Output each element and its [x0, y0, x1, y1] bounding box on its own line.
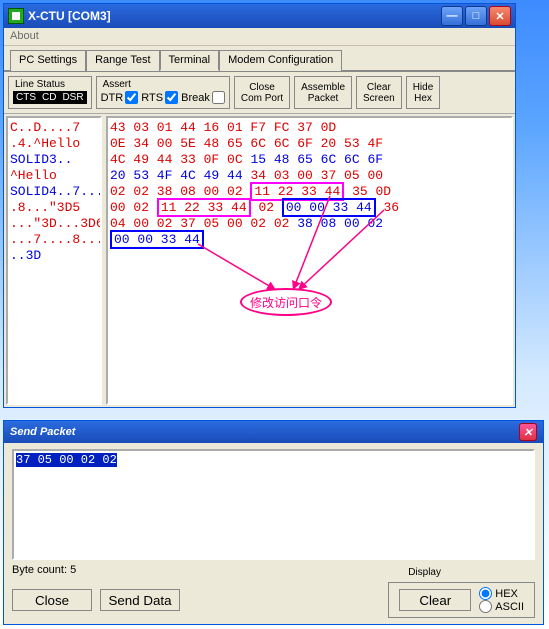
dtr-check[interactable]: DTR — [101, 91, 139, 104]
tab-range-test[interactable]: Range Test — [86, 50, 159, 71]
minimize-button[interactable]: — — [441, 6, 463, 26]
tab-modem-config[interactable]: Modem Configuration — [219, 50, 342, 71]
break-check[interactable]: Break — [181, 91, 225, 104]
hex-radio[interactable]: HEX — [479, 587, 524, 600]
window-title: X-CTU [COM3] — [28, 9, 439, 23]
send-packet-input[interactable]: 37 05 00 02 02 — [12, 449, 535, 560]
menu-bar: About — [4, 28, 515, 46]
line-status-group: Line Status CTSCDDSR — [8, 76, 92, 109]
send-close-button[interactable]: Close — [12, 589, 92, 611]
title-bar[interactable]: X-CTU [COM3] — □ ✕ — [4, 4, 515, 28]
dsr-indicator: DSR — [59, 91, 86, 104]
annotation-text: 修改访问口令 — [240, 288, 332, 316]
ascii-radio[interactable]: ASCII — [479, 600, 524, 613]
send-packet-window: Send Packet ✕ 37 05 00 02 02 Byte count:… — [3, 420, 544, 625]
send-packet-close-button[interactable]: ✕ — [519, 423, 537, 441]
send-data-button[interactable]: Send Data — [100, 589, 180, 611]
cd-indicator: CD — [39, 91, 59, 104]
assert-group: Assert DTR RTS Break — [96, 76, 230, 109]
close-button[interactable]: ✕ — [489, 6, 511, 26]
hide-hex-button[interactable]: HideHex — [406, 76, 441, 109]
xctu-window: X-CTU [COM3] — □ ✕ About PC Settings Ran… — [3, 3, 516, 408]
app-icon — [8, 8, 24, 24]
rts-check[interactable]: RTS — [141, 91, 178, 104]
tab-pc-settings[interactable]: PC Settings — [10, 50, 86, 71]
terminal-area: C..D....7.4.^HelloSOLID3..^HelloSOLID4..… — [4, 114, 515, 407]
hex-panel[interactable]: 43 03 01 44 16 01 F7 FC 37 0D0E 34 00 5E… — [106, 116, 513, 405]
assemble-packet-button[interactable]: AssemblePacket — [294, 76, 352, 109]
tab-terminal[interactable]: Terminal — [160, 50, 220, 71]
ascii-panel[interactable]: C..D....7.4.^HelloSOLID3..^HelloSOLID4..… — [6, 116, 102, 405]
tab-strip: PC Settings Range Test Terminal Modem Co… — [4, 46, 515, 72]
clear-screen-button[interactable]: ClearScreen — [356, 76, 402, 109]
cts-indicator: CTS — [13, 91, 39, 104]
toolbar: Line Status CTSCDDSR Assert DTR RTS Brea… — [4, 72, 515, 114]
display-group: Clear HEX ASCII — [388, 582, 535, 618]
maximize-button[interactable]: □ — [465, 6, 487, 26]
send-clear-button[interactable]: Clear — [399, 589, 471, 611]
menu-about[interactable]: About — [10, 30, 39, 42]
byte-count-label: Byte count: 5 — [12, 564, 535, 576]
send-packet-titlebar[interactable]: Send Packet ✕ — [4, 421, 543, 443]
close-comport-button[interactable]: CloseCom Port — [234, 76, 290, 109]
